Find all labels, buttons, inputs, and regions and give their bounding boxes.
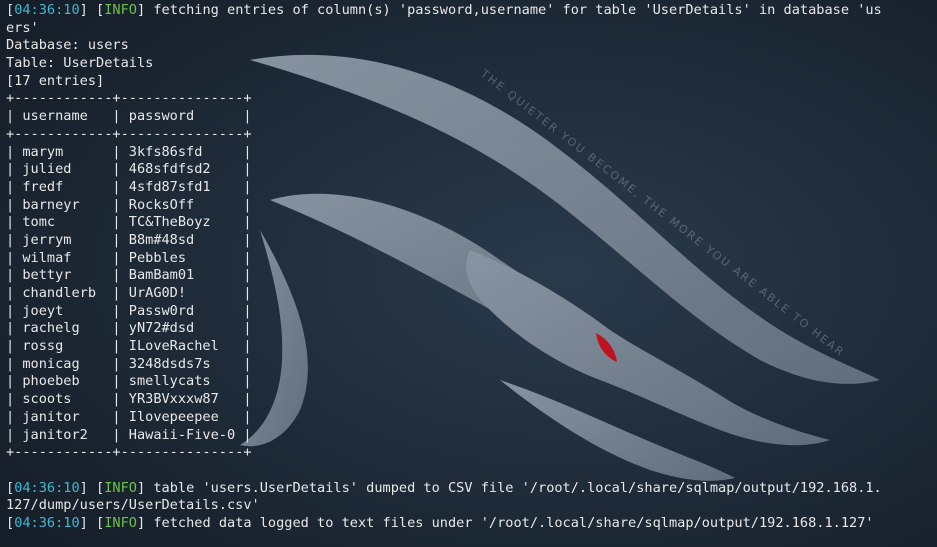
table-row: | jerrym | B8m#48sd | (6, 231, 252, 248)
log-line-fetching-cont: ers' (6, 19, 39, 36)
database-label: Database: users (6, 37, 129, 54)
table-row: | wilmaf | Pebbles | (6, 249, 252, 266)
table-border-top: +------------+---------------+ (6, 90, 252, 107)
table-row: | joeyt | Passw0rd | (6, 302, 252, 319)
table-row: | barneyr | RocksOff | (6, 196, 252, 213)
table-row: | monicag | 3248dsds7s | (6, 355, 252, 372)
table-row: | rachelg | yN72#dsd | (6, 320, 252, 337)
table-row: | fredf | 4sfd87sfd1 | (6, 178, 252, 195)
timestamp: 04:36:10 (14, 479, 80, 496)
table-row: | tomc | TC&TheBoyz | (6, 214, 252, 231)
table-row: | phoebeb | smellycats | (6, 373, 252, 390)
table-row: | rossg | ILoveRachel | (6, 338, 252, 355)
log-line-csv: [04:36:10] [INFO] table 'users.UserDetai… (6, 479, 882, 496)
log-line-text-files: [04:36:10] [INFO] fetched data logged to… (6, 514, 874, 531)
table-row: | chandlerb | UrAG0D! | (6, 285, 252, 301)
log-message: table 'users.UserDetails' dumped to CSV … (145, 479, 882, 496)
table-border-bottom: +------------+---------------+ (6, 444, 252, 461)
timestamp: 04:36:10 (14, 514, 80, 531)
table-row: | janitor2 | Hawaii-Five-0 | (6, 426, 252, 443)
table-row: | scoots | YR3BVxxxw87 | (6, 391, 252, 408)
entries-count: [17 entries] (6, 72, 105, 89)
log-line-csv-cont: 127/dump/users/UserDetails.csv' (6, 497, 260, 514)
table-header-row: | username | password | (6, 108, 252, 125)
info-tag: INFO (104, 479, 137, 496)
table-row: | janitor | Ilovepeepee | (6, 408, 252, 425)
info-tag: INFO (104, 2, 137, 18)
info-tag: INFO (104, 514, 137, 531)
table-row: | marym | 3kfs86sfd | (6, 143, 252, 160)
timestamp: 04:36:10 (14, 2, 80, 18)
log-line-fetching: [04:36:10] [INFO] fetching entries of co… (6, 2, 882, 18)
table-row: | bettyr | BamBam01 | (6, 267, 252, 284)
table-label: Table: UserDetails (6, 55, 154, 72)
terminal-output[interactable]: [04:36:10] [INFO] fetching entries of co… (6, 2, 931, 533)
log-message: fetched data logged to text files under … (145, 514, 874, 531)
log-message: fetching entries of column(s) 'password,… (145, 2, 882, 18)
dump-table: +------------+---------------+ | usernam… (6, 90, 931, 461)
table-row: | julied | 468sfdfsd2 | (6, 161, 252, 178)
table-border-mid: +------------+---------------+ (6, 125, 252, 142)
